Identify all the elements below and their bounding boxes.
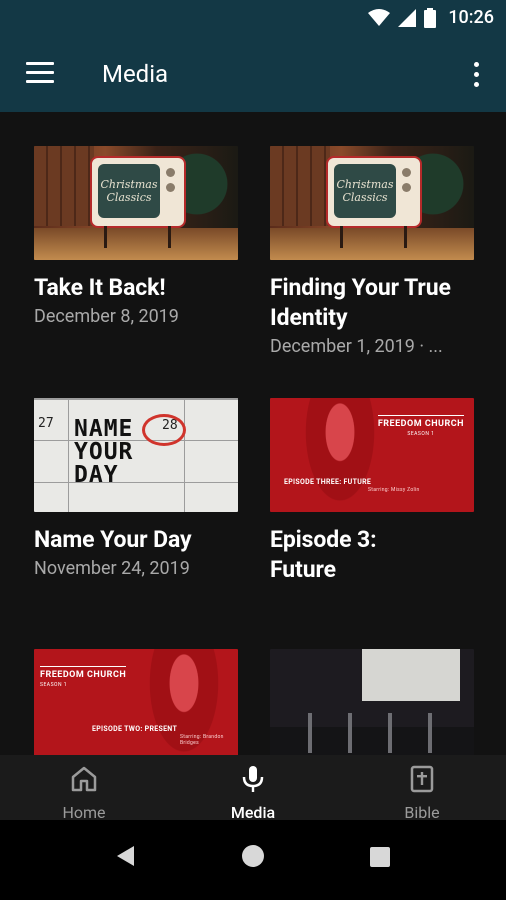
bottom-navigation: Home Media Bible [0, 755, 506, 822]
app-bar: Media [0, 36, 506, 112]
media-title: Take It Back! [34, 274, 166, 301]
thumb-text: FREEDOM CHURCH [40, 670, 127, 680]
page-title: Media [102, 60, 169, 88]
thumb-text: EPISODE TWO: PRESENT [92, 725, 178, 733]
status-bar: 10:26 [0, 0, 506, 36]
media-thumbnail: 27 28 NAME YOUR DAY [34, 398, 238, 512]
media-thumbnail: Christmas Classics [270, 146, 474, 260]
tv-image: Christmas Classics [326, 156, 422, 228]
thumb-text: SEASON 1 [40, 682, 68, 688]
thumb-text: 27 [38, 416, 54, 431]
media-card[interactable]: FREEDOM CHURCH SEASON 1 EPISODE TWO: PRE… [34, 649, 238, 755]
nav-item-home[interactable]: Home [0, 755, 168, 822]
status-icons: 10:26 [368, 7, 494, 28]
status-time: 10:26 [448, 7, 494, 28]
media-grid: Christmas Classics Take It Back! Decembe… [0, 112, 506, 755]
tv-image: Christmas Classics [90, 156, 186, 228]
microphone-icon [242, 766, 264, 792]
thumb-text: FREEDOM CHURCH [377, 419, 464, 429]
media-title: Name Your Day [34, 526, 192, 553]
thumb-text: Classics [342, 191, 388, 204]
battery-icon [424, 7, 437, 28]
thumb-text: Starring: Brandon Bridges [180, 734, 224, 746]
more-vert-icon[interactable] [472, 62, 480, 88]
home-circle-icon[interactable] [242, 845, 264, 867]
back-icon[interactable] [114, 844, 138, 868]
media-card[interactable]: Christmas Classics Take It Back! Decembe… [34, 146, 238, 329]
wifi-icon [368, 8, 391, 26]
media-card[interactable]: Christmas Classics Finding Your True Ide… [270, 146, 474, 359]
system-navigation-bar [0, 820, 506, 900]
recents-square-icon[interactable] [370, 847, 390, 867]
media-title: Episode 3: Future [270, 526, 377, 583]
home-icon [71, 766, 97, 792]
media-card[interactable]: FREEDOM CHURCH SEASON 1 EPISODE THREE: F… [270, 398, 474, 587]
thumb-text: Starring: Missy Zolin [368, 487, 420, 493]
hamburger-menu-icon[interactable] [26, 62, 54, 84]
thumb-text: NAME YOUR DAY [74, 416, 134, 488]
media-date: November 24, 2019 [34, 558, 190, 579]
nav-item-bible[interactable]: Bible [338, 755, 506, 822]
media-date: December 8, 2019 [34, 306, 179, 327]
thumb-text: Christmas [100, 178, 158, 191]
media-title: Finding Your True Identity [270, 274, 451, 331]
thumb-text: EPISODE THREE: FUTURE [284, 478, 372, 486]
media-thumbnail: FREEDOM CHURCH SEASON 1 EPISODE THREE: F… [270, 398, 474, 512]
thumb-text: Christmas [336, 178, 394, 191]
media-thumbnail: FREEDOM CHURCH SEASON 1 EPISODE TWO: PRE… [34, 649, 238, 755]
nav-item-media[interactable]: Media [169, 755, 337, 822]
media-date: December 1, 2019 · ... [270, 336, 443, 357]
thumb-text: Classics [106, 191, 152, 204]
media-thumbnail [270, 649, 474, 755]
media-card[interactable] [270, 649, 474, 755]
cell-signal-icon [398, 8, 417, 27]
media-card[interactable]: 27 28 NAME YOUR DAY Name Your Day Novemb… [34, 398, 238, 581]
bible-icon [410, 765, 434, 793]
media-thumbnail: Christmas Classics [34, 146, 238, 260]
thumb-text: SEASON 1 [407, 431, 435, 437]
